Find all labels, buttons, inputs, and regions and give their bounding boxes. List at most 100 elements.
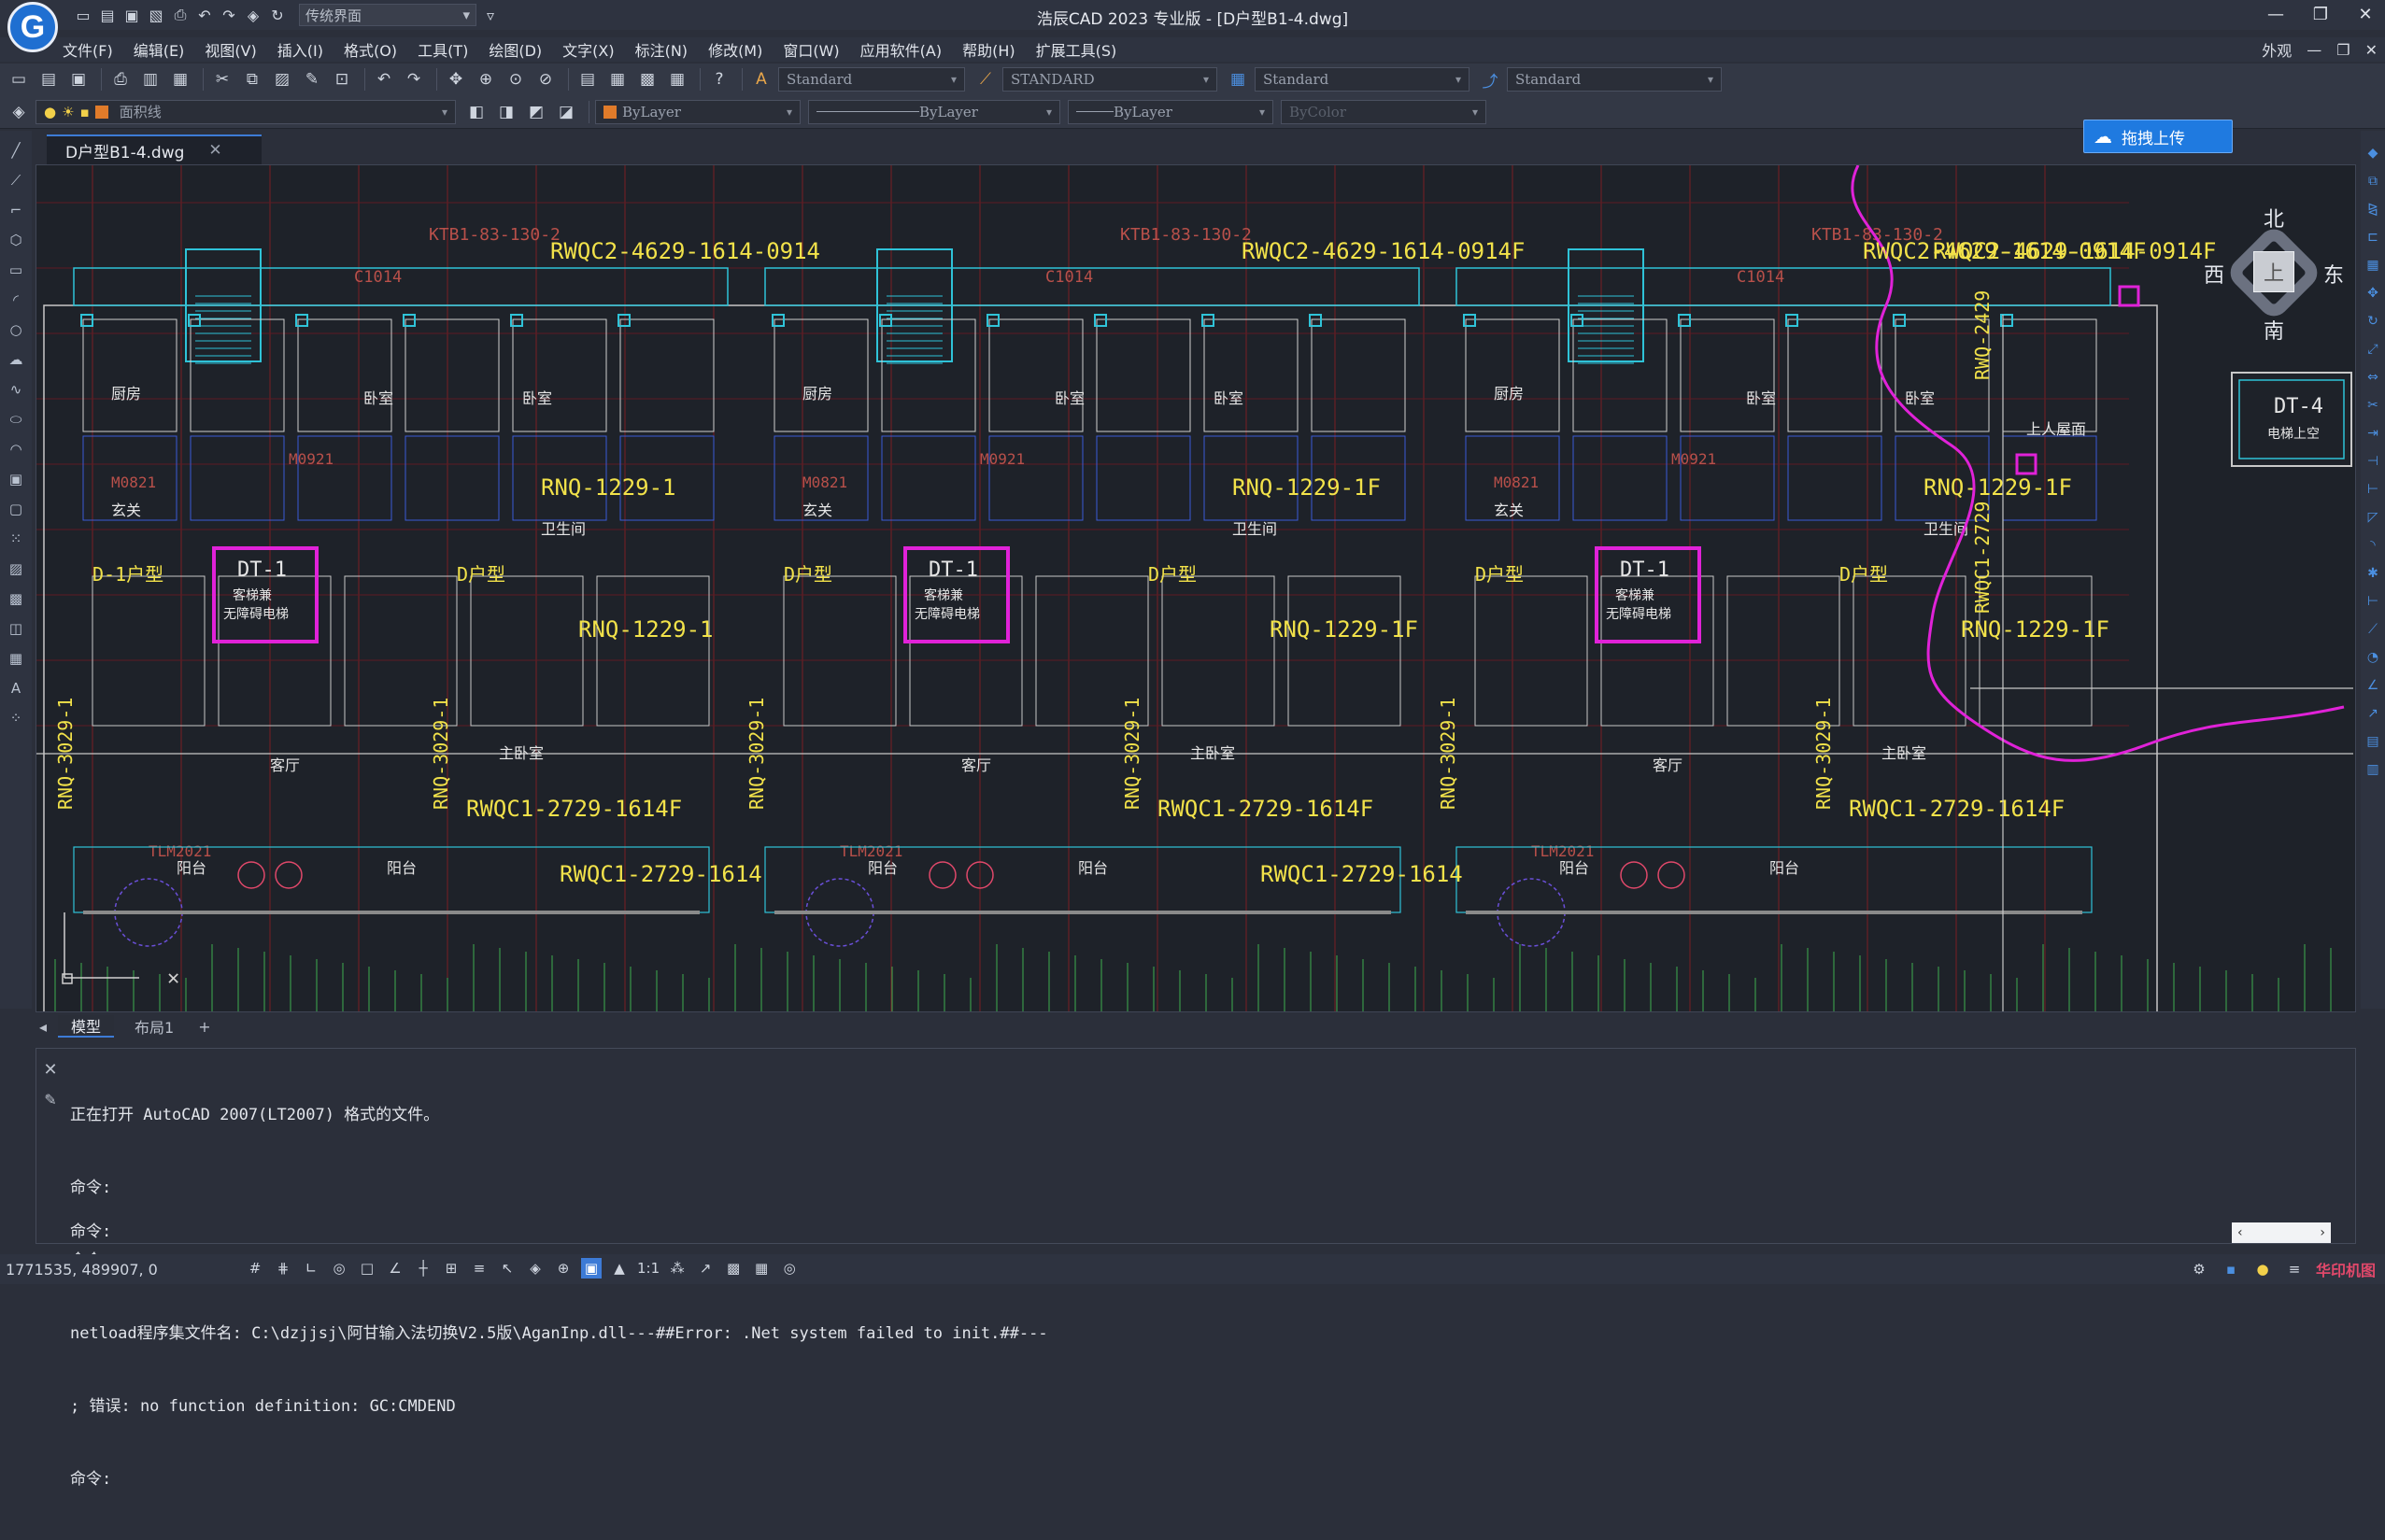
nav-left-icon[interactable]: ◂ (35, 1015, 50, 1038)
menu-dimension[interactable]: 标注(N) (625, 38, 698, 61)
redo-icon[interactable]: ↷ (401, 66, 427, 92)
menu-view[interactable]: 视图(V) (194, 38, 266, 61)
calculator-icon[interactable]: ▦ (664, 66, 690, 92)
leader-icon[interactable]: ↗ (2364, 704, 2382, 723)
hatch-icon[interactable]: ▨ (4, 557, 28, 581)
layers-icon[interactable]: ◈ (243, 5, 263, 25)
menu-file[interactable]: 文件(F) (52, 38, 123, 61)
save-icon[interactable]: ▣ (121, 5, 142, 25)
rotate-icon[interactable]: ↻ (2364, 312, 2382, 331)
clean-screen-icon[interactable]: ◎ (779, 1258, 800, 1279)
menu-window[interactable]: 窗口(W) (773, 38, 849, 61)
make-current-icon[interactable]: ◧ (463, 99, 490, 125)
print-icon[interactable]: ⎙ (170, 5, 191, 25)
bulb-icon[interactable]: ● (2252, 1259, 2273, 1279)
close-icon[interactable]: ✕ (208, 141, 221, 160)
drawing-canvas[interactable]: DT-1 客梯兼 无障碍电梯 RWQC2-4629-1614-0914 KTB1-83-… (35, 164, 2356, 1012)
layer-states-icon[interactable]: ◩ (523, 99, 549, 125)
color-select[interactable]: ByLayer ▾ (595, 99, 801, 124)
ellipse-arc-icon[interactable]: ◠ (4, 437, 28, 461)
text-style-select[interactable]: Standard ▾ (778, 67, 965, 92)
publish-icon[interactable]: ▦ (167, 66, 193, 92)
workspace-select[interactable]: 传统界面 ▾ (299, 4, 476, 26)
app-logo-icon[interactable]: G (7, 2, 58, 52)
viewcube-south[interactable]: 南 (2264, 315, 2284, 345)
text-style-icon[interactable]: A (748, 66, 774, 92)
offset-icon[interactable]: ⊏ (2364, 228, 2382, 247)
ortho-icon[interactable]: ∟ (301, 1258, 321, 1279)
layer-select[interactable]: ● ☀ ▪ 面积线 ▾ (35, 99, 456, 124)
viewcube-north[interactable]: 北 (2264, 203, 2284, 233)
layers-icon[interactable]: ◈ (525, 1258, 546, 1279)
dim-continue-icon[interactable]: ▥ (2364, 760, 2382, 779)
otrack-icon[interactable]: ∠ (385, 1258, 405, 1279)
menu-help[interactable]: 帮助(H) (952, 38, 1026, 61)
osnap-icon[interactable]: □ (357, 1258, 377, 1279)
chamfer-icon[interactable]: ◸ (2364, 508, 2382, 527)
doc-tab-active[interactable]: D户型B1-4.dwg ✕ (47, 134, 262, 164)
dim-angular-icon[interactable]: ∠ (2364, 676, 2382, 695)
layer-manager-icon[interactable]: ◈ (6, 99, 32, 125)
zoom-icon[interactable]: ⊕ (553, 1258, 574, 1279)
doc-close-icon[interactable]: ✕ (2365, 41, 2378, 59)
menu-apps[interactable]: 应用软件(A) (850, 38, 952, 61)
dim-style-icon[interactable]: ⟋ (972, 66, 999, 92)
trim-icon[interactable]: ✂ (2364, 396, 2382, 415)
break-icon[interactable]: ⊣ (2364, 452, 2382, 471)
rectangle-icon[interactable]: ▭ (4, 258, 28, 282)
polygon-icon[interactable]: ⬡ (4, 228, 28, 252)
add-layout-icon[interactable]: + (194, 1015, 214, 1038)
viewcube-west[interactable]: 西 (2204, 259, 2224, 289)
dim-baseline-icon[interactable]: ▤ (2364, 732, 2382, 751)
help-icon[interactable]: ? (706, 66, 732, 92)
make-block-icon[interactable]: ▢ (4, 497, 28, 521)
cut-icon[interactable]: ✂ (209, 66, 235, 92)
menu-format[interactable]: 格式(O) (334, 38, 407, 61)
tab-model[interactable]: 模型 (58, 1015, 115, 1038)
table-style-select[interactable]: Standard ▾ (1255, 67, 1469, 92)
array-icon[interactable]: ▦ (2364, 256, 2382, 275)
region-icon[interactable]: ◫ (4, 616, 28, 641)
fillet-icon[interactable]: ◝ (2364, 536, 2382, 555)
tab-layout1[interactable]: 布局1 (121, 1015, 187, 1038)
arc-icon[interactable]: ◜ (4, 288, 28, 312)
menu-extensions[interactable]: 扩展工具(S) (1026, 38, 1128, 61)
doc-minimize-icon[interactable]: — (2307, 41, 2321, 59)
revcloud-icon[interactable]: ☁ (4, 347, 28, 372)
mtext-icon[interactable]: A (4, 676, 28, 700)
properties-icon[interactable]: ▤ (575, 66, 601, 92)
open-icon[interactable]: ▤ (35, 66, 62, 92)
zoom-window-icon[interactable]: ⊙ (503, 66, 529, 92)
save-icon[interactable]: ▣ (65, 66, 92, 92)
point-icon[interactable]: ⁙ (4, 527, 28, 551)
close-icon[interactable]: ✕ (2351, 2, 2379, 26)
dim-style-select[interactable]: STANDARD ▾ (1002, 67, 1217, 92)
line-icon[interactable]: ╱ (4, 138, 28, 162)
lineweight-icon[interactable]: ≡ (469, 1258, 490, 1279)
extend-icon[interactable]: ⇥ (2364, 424, 2382, 443)
isolate-icon[interactable]: ▦ (751, 1258, 772, 1279)
scroll-right-icon[interactable]: › (2320, 1225, 2325, 1240)
annotation-scale-icon[interactable]: ▲ (609, 1258, 630, 1279)
menu-draw[interactable]: 绘图(D) (478, 38, 552, 61)
viewcube-east[interactable]: 东 (2323, 259, 2344, 289)
block-editor-icon[interactable]: ⊡ (329, 66, 355, 92)
stretch-icon[interactable]: ⇔ (2364, 368, 2382, 387)
model-space-icon[interactable]: ▣ (581, 1258, 602, 1279)
dyn-input-icon[interactable]: ⊞ (441, 1258, 461, 1279)
close-icon[interactable]: ✕ (43, 1060, 57, 1080)
layer-previous-icon[interactable]: ◨ (493, 99, 519, 125)
undo-icon[interactable]: ↶ (194, 5, 215, 25)
ellipse-icon[interactable]: ⬭ (4, 407, 28, 431)
command-scrollbar[interactable]: ‹ › (2232, 1222, 2331, 1243)
pan-icon[interactable]: ✥ (443, 66, 469, 92)
menu-edit[interactable]: 编辑(E) (123, 38, 195, 61)
spline-icon[interactable]: ∿ (4, 377, 28, 402)
dim-radius-icon[interactable]: ◔ (2364, 648, 2382, 667)
doc-restore-icon[interactable]: ❐ (2336, 41, 2350, 59)
workspace-switch-icon[interactable]: ↻ (267, 5, 288, 25)
paste-icon[interactable]: ▨ (269, 66, 295, 92)
command-input[interactable]: 命令: (70, 1217, 2284, 1241)
viewcube[interactable]: 上 北 南 西 东 (2204, 203, 2344, 345)
menu-text[interactable]: 文字(X) (552, 38, 624, 61)
